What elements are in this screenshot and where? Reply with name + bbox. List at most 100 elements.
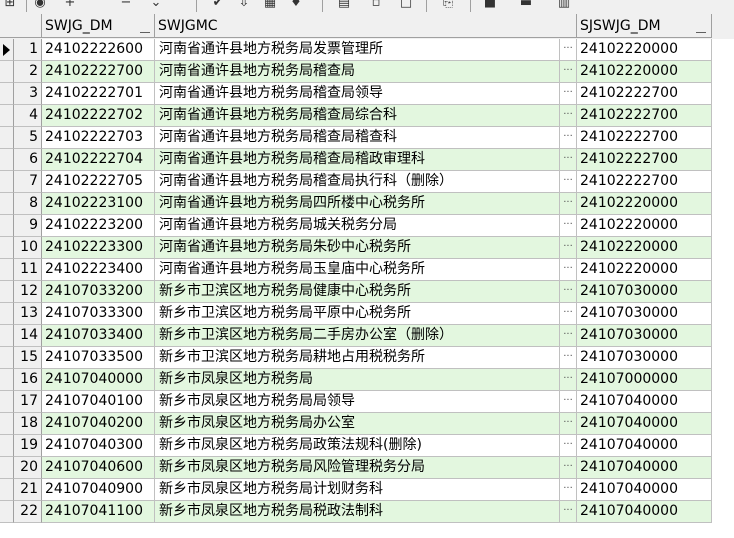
- cell-swjg-dm[interactable]: 24102223300: [42, 237, 155, 259]
- ellipsis-button[interactable]: ···: [560, 281, 577, 303]
- table-row[interactable]: 18 24107040200 新乡市凤泉区地方税务局办公室 ··· 2410704000…: [0, 413, 734, 435]
- cell-sjswjg-dm[interactable]: 24107040000: [577, 435, 712, 457]
- row-indicator[interactable]: [0, 259, 14, 281]
- table-row[interactable]: 10 24102223300 河南省通许县地方税务局朱砂中心税务所 ··· 241022…: [0, 237, 734, 259]
- row-indicator[interactable]: [0, 501, 14, 523]
- print-icon[interactable]: ⎘: [440, 0, 456, 11]
- ellipsis-button[interactable]: ···: [560, 413, 577, 435]
- cell-swjgmc[interactable]: 河南省通许县地方税务局玉皇庙中心税务所: [155, 259, 560, 281]
- cell-swjgmc[interactable]: 新乡市凤泉区地方税务局政策法规科(删除): [155, 435, 560, 457]
- row-indicator[interactable]: [0, 61, 14, 83]
- cell-swjgmc[interactable]: 河南省通许县地方税务局发票管理所: [155, 39, 560, 61]
- column-dropdown-icon[interactable]: [140, 20, 150, 33]
- database-icon[interactable]: ▬: [518, 0, 534, 11]
- ellipsis-button[interactable]: ···: [560, 391, 577, 413]
- table-row[interactable]: 7 24102222705 河南省通许县地方税务局稽查局执行科（删除） ··· 2410…: [0, 171, 734, 193]
- ellipsis-button[interactable]: ···: [560, 501, 577, 523]
- cell-swjg-dm[interactable]: 24107033300: [42, 303, 155, 325]
- filter-icon[interactable]: ▦: [262, 0, 278, 11]
- header-corner[interactable]: [0, 14, 42, 38]
- ellipsis-button[interactable]: ···: [560, 61, 577, 83]
- cell-swjgmc[interactable]: 新乡市卫滨区地方税务局二手房办公室（删除）: [155, 325, 560, 347]
- table-row[interactable]: 15 24107033500 新乡市卫滨区地方税务局耕地占用税税务所 ··· 24107…: [0, 347, 734, 369]
- add-icon[interactable]: +: [62, 0, 78, 11]
- cell-sjswjg-dm[interactable]: 24107030000: [577, 303, 712, 325]
- table-row[interactable]: 11 24102223400 河南省通许县地方税务局玉皇庙中心税务所 ··· 24102…: [0, 259, 734, 281]
- ellipsis-button[interactable]: ···: [560, 479, 577, 501]
- ellipsis-button[interactable]: ···: [560, 215, 577, 237]
- cell-swjgmc[interactable]: 河南省通许县地方税务局四所楼中心税务所: [155, 193, 560, 215]
- table-row[interactable]: 3 24102222701 河南省通许县地方税务局稽查局领导 ··· 241022227…: [0, 83, 734, 105]
- cell-sjswjg-dm[interactable]: 24102220000: [577, 237, 712, 259]
- row-indicator[interactable]: [0, 435, 14, 457]
- cell-swjgmc[interactable]: 河南省通许县地方税务局稽查局执行科（删除）: [155, 171, 560, 193]
- cell-sjswjg-dm[interactable]: 24102222700: [577, 83, 712, 105]
- copy-icon[interactable]: ♦: [288, 0, 304, 11]
- cell-swjg-dm[interactable]: 24107040200: [42, 413, 155, 435]
- ellipsis-button[interactable]: ···: [560, 303, 577, 325]
- row-indicator[interactable]: [0, 193, 14, 215]
- cell-swjgmc[interactable]: 河南省通许县地方税务局稽查局综合科: [155, 105, 560, 127]
- cell-swjgmc[interactable]: 新乡市凤泉区地方税务局计划财务科: [155, 479, 560, 501]
- cell-sjswjg-dm[interactable]: 24102222700: [577, 105, 712, 127]
- cell-swjg-dm[interactable]: 24107033400: [42, 325, 155, 347]
- cell-swjg-dm[interactable]: 24102222705: [42, 171, 155, 193]
- table-row[interactable]: 17 24107040100 新乡市凤泉区地方税务局局领导 ··· 2410704000…: [0, 391, 734, 413]
- cell-sjswjg-dm[interactable]: 24107040000: [577, 413, 712, 435]
- row-indicator[interactable]: [0, 303, 14, 325]
- cell-swjg-dm[interactable]: 24107033200: [42, 281, 155, 303]
- ellipsis-button[interactable]: ···: [560, 193, 577, 215]
- row-indicator[interactable]: [0, 479, 14, 501]
- cell-swjgmc[interactable]: 河南省通许县地方税务局稽查局稽查科: [155, 127, 560, 149]
- cell-sjswjg-dm[interactable]: 24107040000: [577, 457, 712, 479]
- cell-swjgmc[interactable]: 新乡市卫滨区地方税务局健康中心税务所: [155, 281, 560, 303]
- cell-sjswjg-dm[interactable]: 24102222700: [577, 171, 712, 193]
- cell-swjg-dm[interactable]: 24107040000: [42, 369, 155, 391]
- column-header-swjg-dm[interactable]: SWJG_DM: [42, 14, 155, 38]
- ellipsis-button[interactable]: ···: [560, 39, 577, 61]
- table-row[interactable]: 19 24107040300 新乡市凤泉区地方税务局政策法规科(删除) ··· 2410…: [0, 435, 734, 457]
- cell-sjswjg-dm[interactable]: 24107030000: [577, 281, 712, 303]
- column-header-sjswjg-dm[interactable]: SJSWJG_DM: [577, 14, 712, 38]
- chart-icon[interactable]: ▥: [556, 0, 572, 11]
- ellipsis-button[interactable]: ···: [560, 325, 577, 347]
- table-row[interactable]: 2 24102222700 河南省通许县地方税务局稽查局 ··· 24102220000: [0, 61, 734, 83]
- cell-swjg-dm[interactable]: 24102223400: [42, 259, 155, 281]
- ellipsis-button[interactable]: ···: [560, 237, 577, 259]
- table-row[interactable]: 5 24102222703 河南省通许县地方税务局稽查局稽查科 ··· 24102222…: [0, 127, 734, 149]
- cell-swjg-dm[interactable]: 24107040600: [42, 457, 155, 479]
- table-row[interactable]: 20 24107040600 新乡市凤泉区地方税务局风险管理税务分局 ··· 24107…: [0, 457, 734, 479]
- cell-swjg-dm[interactable]: 24102222701: [42, 83, 155, 105]
- cancel-icon[interactable]: ⌄: [148, 0, 164, 11]
- row-indicator[interactable]: [0, 325, 14, 347]
- floppy-icon[interactable]: ■: [482, 0, 498, 11]
- table-row[interactable]: 16 24107040000 新乡市凤泉区地方税务局 ··· 24107000000: [0, 369, 734, 391]
- cell-swjg-dm[interactable]: 24107041100: [42, 501, 155, 523]
- cell-swjg-dm[interactable]: 24107033500: [42, 347, 155, 369]
- row-indicator[interactable]: [0, 369, 14, 391]
- cell-swjg-dm[interactable]: 24102223200: [42, 215, 155, 237]
- cell-swjg-dm[interactable]: 24102223100: [42, 193, 155, 215]
- row-indicator[interactable]: [0, 215, 14, 237]
- row-indicator[interactable]: [0, 39, 14, 61]
- ellipsis-button[interactable]: ···: [560, 127, 577, 149]
- export-icon[interactable]: □: [398, 0, 414, 11]
- row-indicator[interactable]: [0, 281, 14, 303]
- table-row[interactable]: 13 24107033300 新乡市卫滨区地方税务局平原中心税务所 ··· 241070…: [0, 303, 734, 325]
- row-indicator[interactable]: [0, 457, 14, 479]
- cell-swjg-dm[interactable]: 24107040100: [42, 391, 155, 413]
- cell-swjgmc[interactable]: 新乡市凤泉区地方税务局办公室: [155, 413, 560, 435]
- ellipsis-button[interactable]: ···: [560, 369, 577, 391]
- refresh-icon[interactable]: ◉: [32, 0, 48, 11]
- cell-swjgmc[interactable]: 河南省通许县地方税务局稽查局: [155, 61, 560, 83]
- column-dropdown-icon[interactable]: [696, 20, 706, 33]
- table-row[interactable]: 4 24102222702 河南省通许县地方税务局稽查局综合科 ··· 24102222…: [0, 105, 734, 127]
- cell-sjswjg-dm[interactable]: 24102222700: [577, 127, 712, 149]
- row-indicator[interactable]: [0, 83, 14, 105]
- row-indicator[interactable]: [0, 347, 14, 369]
- ellipsis-button[interactable]: ···: [560, 83, 577, 105]
- cell-swjgmc[interactable]: 新乡市凤泉区地方税务局局领导: [155, 391, 560, 413]
- ellipsis-button[interactable]: ···: [560, 435, 577, 457]
- row-indicator[interactable]: [0, 413, 14, 435]
- cell-sjswjg-dm[interactable]: 24107030000: [577, 325, 712, 347]
